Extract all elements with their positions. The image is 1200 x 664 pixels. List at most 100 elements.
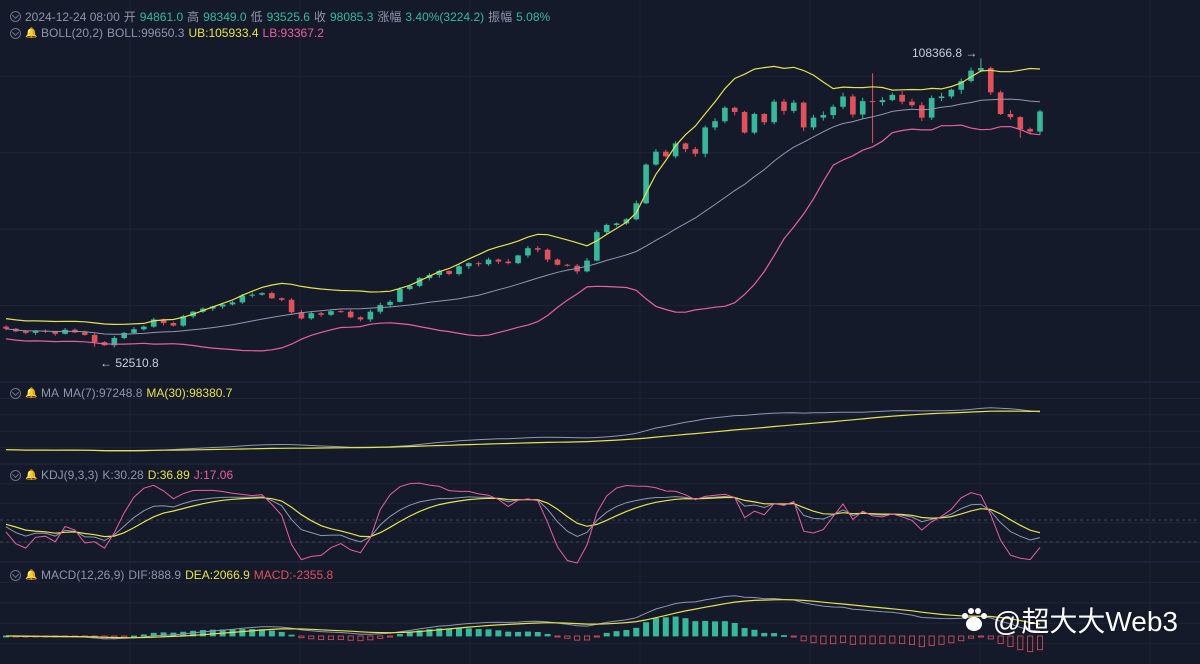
macd-legend: 🔔 MACD(12,26,9) DIF:888.9 DEA:2066.9 MAC…	[10, 568, 337, 582]
candle-body	[357, 317, 364, 320]
candle-body	[712, 121, 718, 128]
macd-histogram-bar	[318, 635, 325, 641]
macd-histogram-bar	[712, 621, 719, 637]
macd-histogram-bar	[308, 635, 315, 640]
candle-body	[288, 299, 295, 313]
macd-histogram-bar	[367, 635, 374, 641]
low-label: 低	[250, 10, 263, 24]
macd-histogram-bar	[534, 631, 541, 637]
open-value: 94861.0	[139, 9, 184, 24]
candle-body	[229, 302, 236, 305]
candle-body	[466, 263, 472, 267]
candle-body	[495, 259, 502, 262]
candle-body	[603, 224, 610, 233]
macd-histogram-bar	[140, 634, 147, 637]
macd-histogram-bar	[899, 635, 906, 645]
macd-histogram-bar	[278, 631, 285, 637]
candle-body	[830, 106, 836, 116]
candle-body	[978, 68, 984, 71]
candle-body	[692, 149, 699, 154]
candle-body	[633, 203, 640, 220]
macd-histogram-bar	[387, 635, 394, 638]
candle-body	[91, 334, 98, 343]
collapse-icon[interactable]	[10, 27, 21, 39]
candle-body	[564, 264, 571, 266]
high-annotation: 108366.8 →	[912, 46, 981, 60]
macd-histogram-bar	[790, 635, 797, 638]
candle-body	[741, 111, 748, 133]
ma7-value: MA(7):97248.8	[63, 386, 143, 400]
macd-histogram-bar	[889, 635, 896, 644]
candle-body	[1017, 117, 1024, 129]
candle-body	[456, 266, 462, 274]
candle-body	[141, 326, 147, 330]
macd-histogram-bar	[475, 629, 482, 637]
macd-histogram-bar	[702, 620, 709, 637]
candle-body	[919, 105, 925, 118]
bell-icon[interactable]: 🔔	[25, 470, 37, 481]
macd-histogram-bar	[347, 635, 354, 641]
bell-icon[interactable]: 🔔	[25, 570, 37, 581]
bell-icon[interactable]: 🔔	[25, 388, 37, 399]
open-label: 开	[123, 10, 136, 24]
boll-mid-line	[5, 98, 1041, 335]
kdj-title: KDJ(9,3,3)	[41, 468, 99, 482]
candle-body	[928, 98, 935, 118]
macd-histogram-bar	[337, 635, 344, 641]
macd-histogram-bar	[633, 627, 640, 637]
chart-canvas	[0, 0, 1200, 664]
macd-histogram-bar	[721, 621, 728, 637]
candle-body	[505, 261, 512, 264]
watermark: @超大大Web3	[959, 600, 1178, 640]
candle-body	[879, 100, 886, 103]
candle-body	[791, 102, 797, 111]
macd-histogram-bar	[771, 633, 778, 637]
macd-histogram-bar	[377, 635, 384, 639]
collapse-icon[interactable]	[10, 569, 21, 581]
macd-histogram-bar	[465, 628, 472, 637]
close-label: 收	[313, 10, 326, 24]
ma30-value: MA(30):98380.7	[146, 386, 233, 400]
macd-histogram-bar	[761, 632, 768, 637]
candle-body	[840, 96, 846, 107]
candle-body	[869, 101, 876, 103]
bell-icon[interactable]: 🔔	[25, 28, 37, 39]
candle-body	[820, 115, 827, 118]
candle-body	[259, 293, 265, 295]
macd-histogram-bar	[613, 631, 620, 637]
macd-histogram-bar	[564, 635, 571, 639]
candle-body	[722, 107, 728, 122]
macd-histogram-bar	[741, 627, 748, 637]
candle-body	[987, 68, 994, 93]
macd-histogram-bar	[840, 635, 847, 643]
low-annotation: ← 52510.8	[100, 356, 163, 370]
macd-histogram-bar	[780, 635, 787, 637]
change-label: 涨幅	[377, 10, 402, 24]
candle-body	[534, 248, 541, 250]
candle-body	[850, 96, 856, 115]
macd-histogram-bar	[515, 631, 522, 637]
candle-body	[170, 323, 177, 326]
amp-value: 5.08%	[516, 9, 551, 24]
collapse-icon[interactable]	[10, 11, 21, 22]
ma-legend: 🔔 MA MA(7):97248.8 MA(30):98380.7	[10, 386, 236, 400]
candle-body	[81, 332, 88, 335]
kdj-k-value: K:30.28	[102, 468, 144, 482]
macd-title: MACD(12,26,9)	[41, 568, 125, 582]
high-annotation-text: 108366.8 →	[912, 46, 978, 60]
kdj-j-value: J:17.06	[193, 468, 234, 482]
macd-histogram-bar	[593, 635, 600, 638]
candle-body	[515, 255, 521, 264]
high-label: 高	[187, 10, 200, 24]
collapse-icon[interactable]	[10, 387, 21, 399]
candle-body	[613, 223, 620, 225]
macd-histogram-bar	[623, 630, 630, 637]
macd-histogram-bar	[820, 635, 827, 645]
candle-body	[525, 248, 531, 256]
macd-histogram-bar	[357, 635, 364, 642]
candle-body	[377, 304, 384, 312]
candle-body	[682, 143, 689, 150]
candle-body	[446, 270, 452, 274]
candle-body	[751, 114, 758, 133]
collapse-icon[interactable]	[10, 469, 21, 481]
